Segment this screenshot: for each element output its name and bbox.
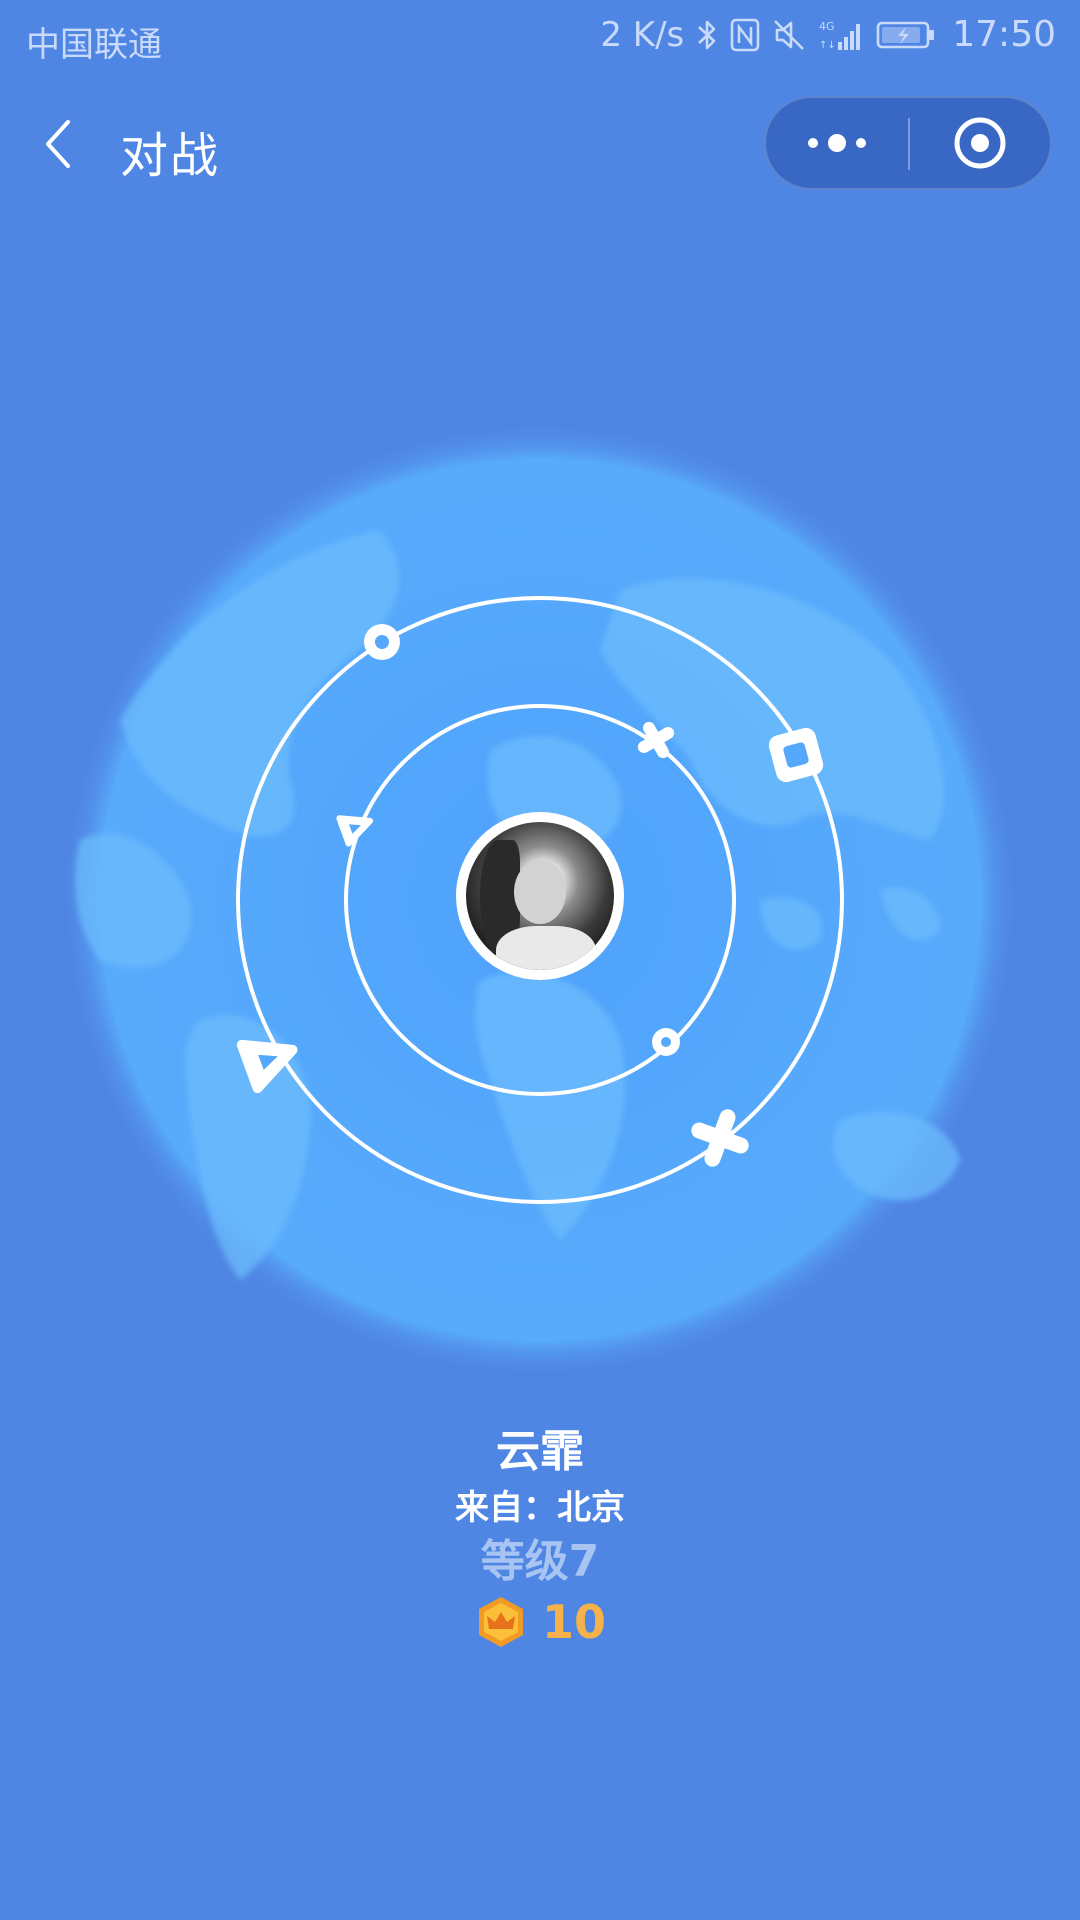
matchmaking-screen: 中国联通 2 K/s 4G ↑↓ 17:50 对战 云霏 来自：北京 等级7 1… [0,0,1080,1920]
nfc-icon [730,18,760,51]
outer-circle-symbol-icon [364,624,400,660]
player-info: 云霏 来自：北京 等级7 10 [0,1422,1080,1652]
bluetooth-icon [698,20,716,49]
page-title: 对战 [120,128,221,184]
mute-icon [774,19,805,50]
player-name: 云霏 [496,1426,584,1477]
coin-count: 10 [541,1595,606,1649]
clock-label: 17:50 [952,14,1056,55]
nav-bar: 对战 [0,88,1080,200]
crown-coin-icon [478,1597,523,1647]
coin-balance: 10 [0,1592,1080,1652]
4g-signal-icon: 4G ↑↓ [819,20,861,51]
mini-program-capsule [764,96,1052,190]
player-level: 等级7 [480,1536,600,1587]
inner-circle-symbol-icon [652,1028,680,1056]
more-button[interactable] [766,98,908,188]
svg-text:4G: 4G [819,20,835,33]
carrier-label: 中国联通 [26,25,162,65]
svg-text:↑↓: ↑↓ [819,40,836,51]
player-location: 来自：北京 [455,1488,625,1528]
target-circle-icon [954,117,1006,169]
net-speed-label: 2 K/s [600,14,685,55]
back-button[interactable] [36,114,84,174]
avatar-photo [466,822,614,970]
avatar [456,812,624,980]
close-button[interactable] [910,98,1050,188]
status-bar: 中国联通 2 K/s 4G ↑↓ 17:50 [0,0,1080,76]
status-icons: 2 K/s 4G ↑↓ 17:50 [600,14,1056,55]
battery-icon [876,21,935,48]
more-dots-icon [808,134,866,152]
chevron-left-icon [46,120,70,168]
